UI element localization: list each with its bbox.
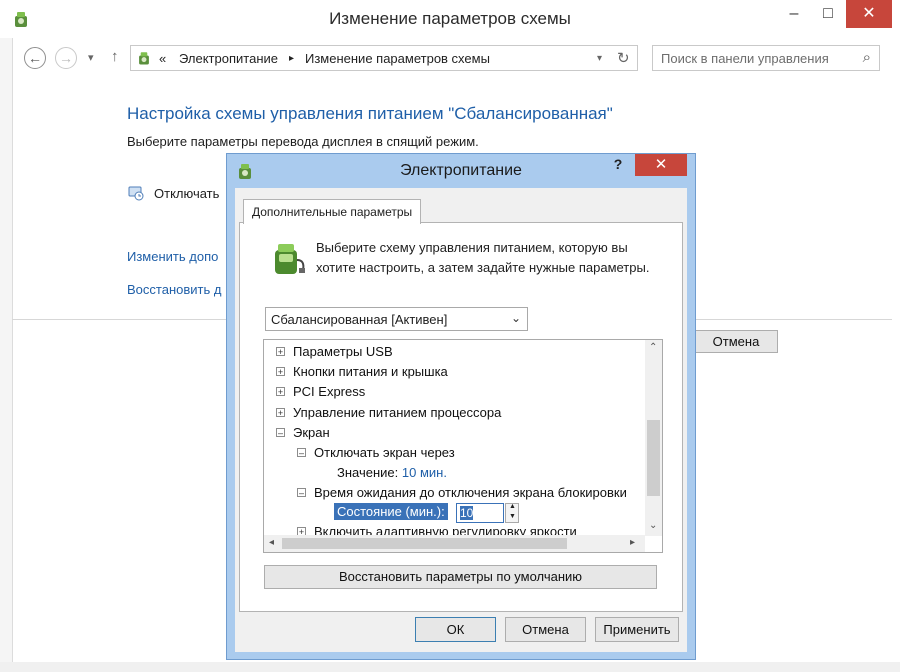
scroll-left-icon[interactable]: ◂ [269,537,274,548]
value-label: Значение: [337,465,399,480]
horizontal-scroll-thumb[interactable] [282,538,567,549]
cancel-button[interactable]: Отмена [694,330,778,353]
power-plan-selected-value: Сбалансированная [Активен] [271,312,448,327]
expand-icon[interactable]: + [276,347,285,357]
tree-item-power-buttons[interactable]: + Кнопки питания и крышка [276,364,448,379]
power-plan-select[interactable]: Сбалансированная [Активен] ⌄ [265,307,528,331]
tree-item-label: Время ожидания до отключения экрана блок… [314,485,627,500]
monitor-clock-icon [128,186,144,201]
change-advanced-settings-link[interactable]: Изменить допо [127,249,218,264]
collapse-icon[interactable]: – [276,428,285,438]
expand-icon[interactable]: + [297,527,306,535]
title-bar: Изменение параметров схемы – □ ✕ [0,0,900,38]
tree-item-label: PCI Express [293,384,366,399]
help-button[interactable]: ? [607,156,629,176]
maximize-button[interactable]: □ [806,0,850,28]
minutes-input[interactable]: 10 [456,503,504,523]
tree-item-label: Включить адаптивную регулировку яркости [314,524,577,535]
state-label: Состояние (мин.): [334,503,448,520]
address-bar[interactable]: « Электропитание ▸ Изменение параметров … [130,45,638,71]
tree-item-label: Экран [293,425,330,440]
dialog-body: Дополнительные параметры Выберите схему … [235,188,687,652]
close-button[interactable]: ✕ [846,0,892,28]
window-left-edge [0,38,13,672]
apply-button[interactable]: Применить [595,617,679,642]
dialog-close-button[interactable]: ✕ [635,154,687,176]
dialog-cancel-button[interactable]: Отмена [505,617,586,642]
vertical-scrollbar[interactable]: ⌃ ⌄ [645,340,662,536]
page-title: Настройка схемы управления питанием "Сба… [127,104,613,123]
expand-icon[interactable]: + [276,408,285,418]
spin-up-icon[interactable]: ▲ [509,503,516,510]
back-button[interactable]: ← [24,47,46,69]
address-dropdown-icon[interactable]: ▾ [597,53,602,64]
collapse-icon[interactable]: – [297,448,306,458]
scroll-down-icon[interactable]: ⌄ [649,520,657,531]
instruction-text: Выберите схему управления питанием, кото… [316,240,650,275]
restore-defaults-link[interactable]: Восстановить д [127,282,221,297]
power-options-dialog: Электропитание ? ✕ Дополнительные параме… [226,153,696,660]
minutes-value: 10 [460,506,474,520]
breadcrumb-separator-icon[interactable]: ▸ [289,53,294,64]
tree-item-state: Состояние (мин.): [334,503,448,520]
tree-item-value[interactable]: Значение: 10 мин. [337,465,447,480]
search-box: ⌕ [652,45,880,71]
tab-advanced-settings[interactable]: Дополнительные параметры [243,199,422,224]
forward-button[interactable]: → [55,47,77,69]
battery-plug-icon [275,244,305,274]
vertical-scroll-thumb[interactable] [647,420,660,496]
tree-item-display[interactable]: – Экран [276,425,330,440]
power-options-icon [139,52,149,65]
spin-down-icon[interactable]: ▼ [509,513,516,520]
navigation-bar: ← → ▾ ↑ « Электропитание ▸ Изменение пар… [0,40,900,76]
tree-item-label: Параметры USB [293,344,393,359]
refresh-icon[interactable]: ↻ [617,49,630,67]
horizontal-scrollbar[interactable]: ◂ ▸ [264,535,645,552]
tree-item-label: Отключать экран через [314,445,455,460]
expand-icon[interactable]: + [276,367,285,377]
window-title: Изменение параметров схемы [329,9,571,28]
search-icon[interactable]: ⌕ [863,49,871,66]
ok-button[interactable]: ОК [415,617,496,642]
minutes-stepper[interactable]: ▲ ▼ [505,503,519,523]
page-subtitle: Выберите параметры перевода дисплея в сп… [127,134,479,149]
settings-tree[interactable]: + Параметры USB + Кнопки питания и крышка … [263,339,663,553]
tree-item-adaptive-brightness[interactable]: + Включить адаптивную регулировку яркости [297,524,577,535]
collapse-icon[interactable]: – [297,488,306,498]
display-off-label: Отключать [154,186,220,201]
tree-item-label: Управление питанием процессора [293,405,502,420]
tree-item-turn-off-display[interactable]: – Отключать экран через [297,445,455,460]
breadcrumb-overflow[interactable]: « [159,51,166,66]
tree-item-pci-express[interactable]: + PCI Express [276,384,365,399]
value-text[interactable]: 10 мин. [402,465,447,480]
tree-item-lock-screen-timeout[interactable]: – Время ожидания до отключения экрана бло… [297,485,627,500]
window-bottom-edge [0,662,900,672]
restore-defaults-button[interactable]: Восстановить параметры по умолчанию [264,565,657,589]
chevron-down-icon: ⌄ [510,311,521,325]
breadcrumb-edit-plan[interactable]: Изменение параметров схемы [305,51,490,66]
tree-item-processor[interactable]: + Управление питанием процессора [276,405,501,420]
search-input[interactable] [661,50,851,66]
scroll-up-icon[interactable]: ⌃ [649,342,657,353]
expand-icon[interactable]: + [276,387,285,397]
recent-pages-button[interactable]: ▾ [88,51,94,64]
scroll-right-icon[interactable]: ▸ [630,537,635,548]
tree-item-label: Кнопки питания и крышка [293,364,448,379]
up-button[interactable]: ↑ [111,48,119,65]
tree-item-usb[interactable]: + Параметры USB [276,344,393,359]
breadcrumb-power-options[interactable]: Электропитание [179,51,278,66]
